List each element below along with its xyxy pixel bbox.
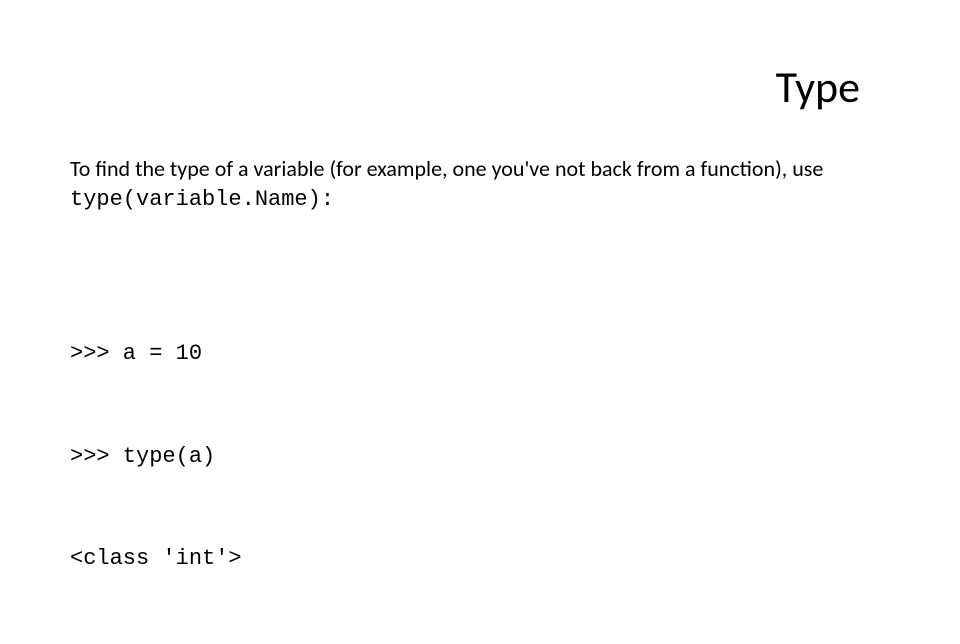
description-part1: To find the type of a variable (for exam… [70,155,823,182]
slide-content: To find the type of a variable (for exam… [70,155,890,644]
description-code-inline: type(variable.Name): [70,187,334,212]
code-line-3: <class 'int'> [70,542,890,576]
code-block: >>> a = 10 >>> type(a) <class 'int'> [70,269,890,644]
code-line-1: >>> a = 10 [70,337,890,371]
code-line-2: >>> type(a) [70,440,890,474]
description-text: To find the type of a variable (for exam… [70,155,890,214]
slide-title: Type [776,60,860,114]
